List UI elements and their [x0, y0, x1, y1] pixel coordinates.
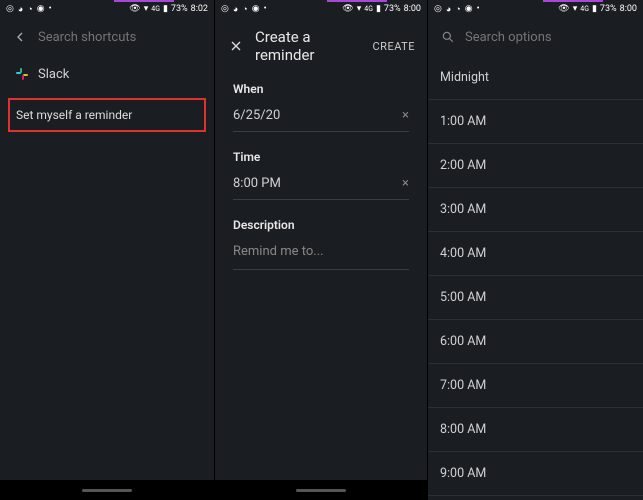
screen-title: Create a reminder: [255, 28, 363, 64]
status-right: 👁▾4G▮ 73% 8:00: [558, 4, 637, 14]
search-shortcuts-input[interactable]: [38, 30, 204, 45]
search-row: [0, 18, 214, 56]
description-label: Description: [233, 218, 409, 232]
create-button[interactable]: CREATE: [373, 40, 416, 53]
status-bar: ◎◕◔◉• 👁▾4G▮ 73% 8:00: [428, 0, 643, 18]
slack-label: Slack: [38, 67, 69, 82]
nav-bar: [215, 480, 427, 500]
time-field: Time 8:00 PM ×: [215, 142, 427, 210]
nav-bar: [0, 480, 214, 500]
pane-shortcuts: ◎◕◔◉• 👁▾4G▮ 73% 8:02 Slack Set myself a …: [0, 0, 214, 500]
pane-time-options: ◎◕◔◉• 👁▾4G▮ 73% 8:00 Midnight 1:00 AM 2:…: [428, 0, 643, 500]
status-left-icons: ◎◕◔◉•: [221, 4, 267, 15]
time-option[interactable]: 5:00 AM: [428, 276, 643, 320]
time-input[interactable]: 8:00 PM ×: [233, 176, 409, 200]
clock: 8:00: [620, 4, 637, 14]
status-left-icons: ◎◕◔◉•: [434, 4, 480, 15]
close-icon[interactable]: [227, 37, 245, 55]
shortcut-label: Set myself a reminder: [16, 108, 132, 122]
accent-bar: [327, 0, 387, 2]
shortcut-set-reminder[interactable]: Set myself a reminder: [8, 98, 206, 132]
battery-pct: 73%: [384, 4, 401, 14]
time-option[interactable]: Midnight: [428, 56, 643, 100]
status-right: 👁▾4G▮ 73% 8:00: [342, 4, 421, 14]
status-bar: ◎◕◔◉• 👁▾4G▮ 73% 8:00: [215, 0, 427, 18]
accent-bar: [543, 0, 603, 2]
status-right: 👁▾4G▮ 73% 8:02: [129, 4, 208, 14]
clock: 8:02: [191, 4, 208, 14]
time-label: Time: [233, 150, 409, 164]
search-row: [428, 18, 643, 56]
battery-pct: 73%: [600, 4, 617, 14]
nav-handle[interactable]: [82, 489, 132, 492]
clock: 8:00: [404, 4, 421, 14]
search-options-input[interactable]: [465, 30, 631, 45]
accent-bar: [114, 0, 174, 2]
time-option[interactable]: 3:00 AM: [428, 188, 643, 232]
header-row: Create a reminder CREATE: [215, 18, 427, 74]
time-option[interactable]: 6:00 AM: [428, 320, 643, 364]
back-icon[interactable]: [12, 28, 28, 46]
time-option[interactable]: 9:00 AM: [428, 452, 643, 496]
time-option[interactable]: 4:00 AM: [428, 232, 643, 276]
when-field: When 6/25/20 ×: [215, 74, 427, 142]
slack-icon: [14, 66, 30, 82]
clear-icon[interactable]: ×: [402, 108, 409, 123]
battery-pct: 73%: [171, 4, 188, 14]
pane-create-reminder: ◎◕◔◉• 👁▾4G▮ 73% 8:00 Create a reminder C…: [214, 0, 428, 500]
nav-handle[interactable]: [296, 489, 346, 492]
time-list: Midnight 1:00 AM 2:00 AM 3:00 AM 4:00 AM…: [428, 56, 643, 496]
time-option[interactable]: 8:00 AM: [428, 408, 643, 452]
when-label: When: [233, 82, 409, 96]
description-input[interactable]: Remind me to...: [233, 244, 409, 270]
status-left-icons: ◎◕◔◉•: [6, 4, 52, 15]
time-value: 8:00 PM: [233, 176, 402, 191]
clear-icon[interactable]: ×: [402, 176, 409, 191]
when-value: 6/25/20: [233, 108, 402, 123]
slack-app-row[interactable]: Slack: [0, 56, 214, 92]
search-icon: [440, 28, 455, 46]
time-option[interactable]: 2:00 AM: [428, 144, 643, 188]
status-bar: ◎◕◔◉• 👁▾4G▮ 73% 8:02: [0, 0, 214, 18]
description-field: Description Remind me to...: [215, 210, 427, 270]
when-input[interactable]: 6/25/20 ×: [233, 108, 409, 132]
time-option[interactable]: 7:00 AM: [428, 364, 643, 408]
time-option[interactable]: 1:00 AM: [428, 100, 643, 144]
